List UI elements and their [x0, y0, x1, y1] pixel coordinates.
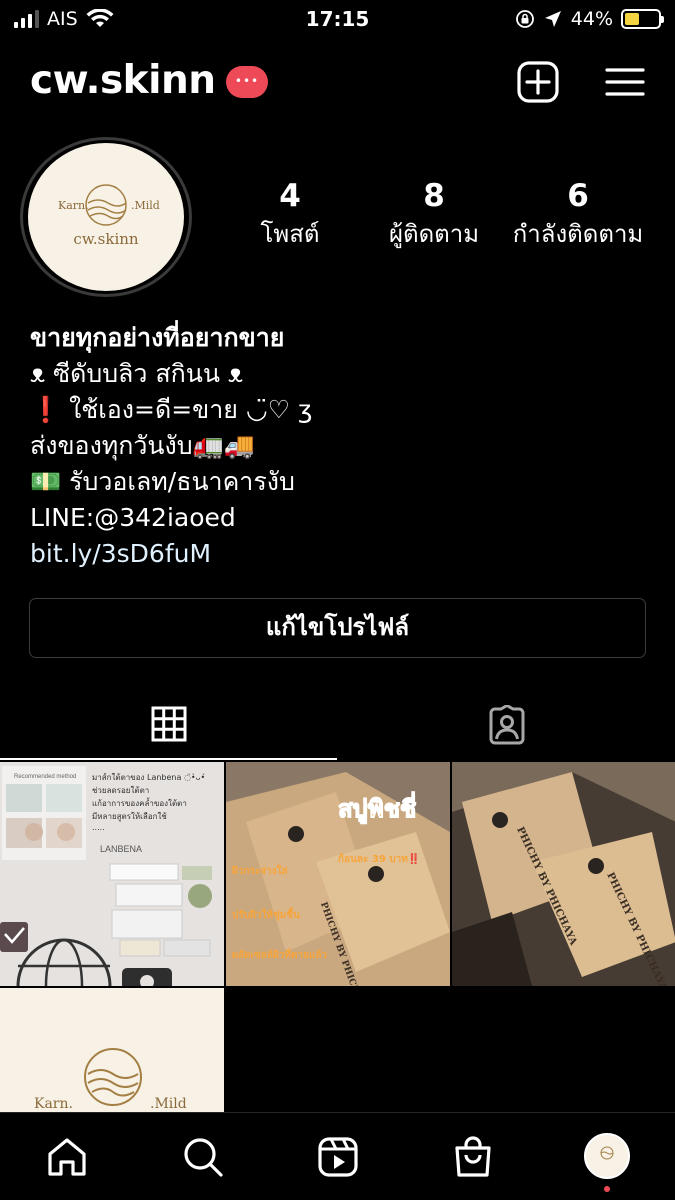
- svg-text:แก้อาการของคล้ำของใต้ตา: แก้อาการของคล้ำของใต้ตา: [92, 797, 187, 808]
- svg-text:สบู่พิชชี่: สบู่พิชชี่: [338, 791, 416, 824]
- svg-text:.Mild: .Mild: [150, 1096, 187, 1112]
- profile-activity-dot: [604, 1186, 610, 1192]
- post-thumbnail[interactable]: PHICHY BY PHICHAYA PHICHY BY PHICHAYA: [452, 762, 675, 986]
- post-thumbnail[interactable]: Recommended method มาส์กใต้ตาของ Lanbena…: [0, 762, 224, 986]
- followers-count-label: ผู้ติดตาม: [388, 220, 480, 248]
- posts-count-label: โพสต์: [260, 220, 320, 248]
- brand-logo: Karn. .Mild cw.skinn: [58, 184, 160, 248]
- following-count[interactable]: 6 กำลังติดตาม: [508, 178, 648, 253]
- svg-text:มาส์กใต้ตาของ Lanbena ◌̈•̀ᴗ•́: มาส์กใต้ตาของ Lanbena ◌̈•̀ᴗ•́: [92, 772, 205, 782]
- post-thumbnail[interactable]: สบู่พิชชี่ ก้อนละ 39 บาท‼️ ผิวกระจ่างใส …: [226, 762, 450, 986]
- post-grid: Recommended method มาส์กใต้ตาของ Lanbena…: [0, 762, 675, 1112]
- svg-text:Karn.: Karn.: [34, 1096, 73, 1112]
- posts-count-value: 4: [279, 178, 301, 214]
- profile-avatar[interactable]: Karn. .Mild cw.skinn: [28, 143, 184, 291]
- notification-badge[interactable]: [226, 66, 268, 98]
- battery-level: [625, 13, 640, 25]
- bio-line: ᴥ ซีดับบลิว สกินน ᴥ: [30, 359, 244, 388]
- shop-icon[interactable]: [451, 1135, 495, 1179]
- bio-line: LINE:@342iaoed: [30, 503, 236, 532]
- tab-tagged[interactable]: [338, 690, 675, 760]
- following-count-value: 6: [567, 178, 589, 214]
- edit-profile-button[interactable]: แก้ไขโปรไฟล์: [29, 598, 646, 658]
- followers-count[interactable]: 8 ผู้ติดตาม: [372, 178, 496, 253]
- svg-text:ก้อนละ 39 บาท‼️: ก้อนละ 39 บาท‼️: [338, 852, 420, 865]
- svg-text:.....: .....: [92, 823, 105, 832]
- svg-text:ผลัดเซลล์ผิวที่ตายแล้ว: ผลัดเซลล์ผิวที่ตายแล้ว: [232, 947, 328, 961]
- tab-grid[interactable]: [0, 690, 337, 760]
- menu-icon[interactable]: [603, 60, 647, 104]
- profile-display-name: ขายทุกอย่างที่อยากขาย: [30, 323, 285, 352]
- post-image-brand-logo: Karn. .Mild: [0, 988, 224, 1112]
- bottom-navigation: [0, 1112, 675, 1200]
- tagged-icon: [489, 705, 524, 745]
- svg-text:ช่วยลดรอยใต้ตา: ช่วยลดรอยใต้ตา: [92, 786, 149, 795]
- profile-tab-avatar[interactable]: [584, 1133, 630, 1179]
- svg-text:.Mild: .Mild: [131, 199, 160, 212]
- status-bar: AIS 17:15 44%: [0, 0, 675, 40]
- profile-tabs: [0, 690, 675, 760]
- svg-text:มีหลายสูตรให้เลือกใช้: มีหลายสูตรให้เลือกใช้: [92, 812, 167, 822]
- following-count-label: กำลังติดตาม: [512, 220, 644, 248]
- profile-avatar-ring[interactable]: Karn. .Mild cw.skinn: [20, 137, 192, 297]
- username[interactable]: cw.skinn: [30, 58, 216, 103]
- bio-line: ❗ ใช้เอง=ดี=ขาย ◡̈♡ ʒ: [30, 395, 313, 424]
- svg-text:ผิวกระจ่างใส: ผิวกระจ่างใส: [232, 864, 289, 877]
- location-icon: [544, 11, 561, 27]
- profile-header: cw.skinn: [0, 52, 675, 112]
- profile-bio: ขายทุกอย่างที่อยากขาย ᴥ ซีดับบลิว สกินน …: [30, 320, 650, 572]
- post-image-lanbena: Recommended method มาส์กใต้ตาของ Lanbena…: [0, 762, 224, 986]
- battery-icon: [621, 9, 664, 29]
- status-right: 44%: [515, 8, 664, 30]
- grid-icon: [151, 706, 186, 742]
- posts-count[interactable]: 4 โพสต์: [240, 178, 340, 253]
- svg-text:Karn.: Karn.: [58, 199, 89, 212]
- svg-text:cw.skinn: cw.skinn: [73, 230, 138, 248]
- bio-line: ส่งของทุกวันงับ🚛🚚: [30, 431, 255, 460]
- home-icon[interactable]: [45, 1135, 89, 1179]
- orientation-lock-icon: [515, 10, 534, 28]
- post-thumbnail[interactable]: Karn. .Mild: [0, 988, 224, 1112]
- post-image-phichy-soap-boxes: PHICHY BY PHICHAYA PHICHY BY PHICHAYA: [452, 762, 675, 986]
- svg-text:LANBENA: LANBENA: [100, 844, 142, 854]
- brand-logo-small: [600, 1146, 614, 1160]
- search-icon[interactable]: [181, 1135, 225, 1179]
- post-image-phichy-soap-promo: สบู่พิชชี่ ก้อนละ 39 บาท‼️ ผิวกระจ่างใส …: [226, 762, 450, 986]
- bio-line: 💵 รับวอเลท/ธนาคารงับ: [30, 467, 295, 496]
- followers-count-value: 8: [423, 178, 445, 214]
- svg-text:Recommended method: Recommended method: [14, 774, 76, 780]
- new-post-icon[interactable]: [516, 60, 560, 104]
- svg-text:ปรับผิวให้ชุ่มชื้น: ปรับผิวให้ชุ่มชื้น: [232, 907, 300, 921]
- bio-link[interactable]: bit.ly/3sD6fuM: [30, 536, 650, 572]
- reels-icon[interactable]: [316, 1135, 360, 1179]
- battery-percent: 44%: [570, 8, 613, 30]
